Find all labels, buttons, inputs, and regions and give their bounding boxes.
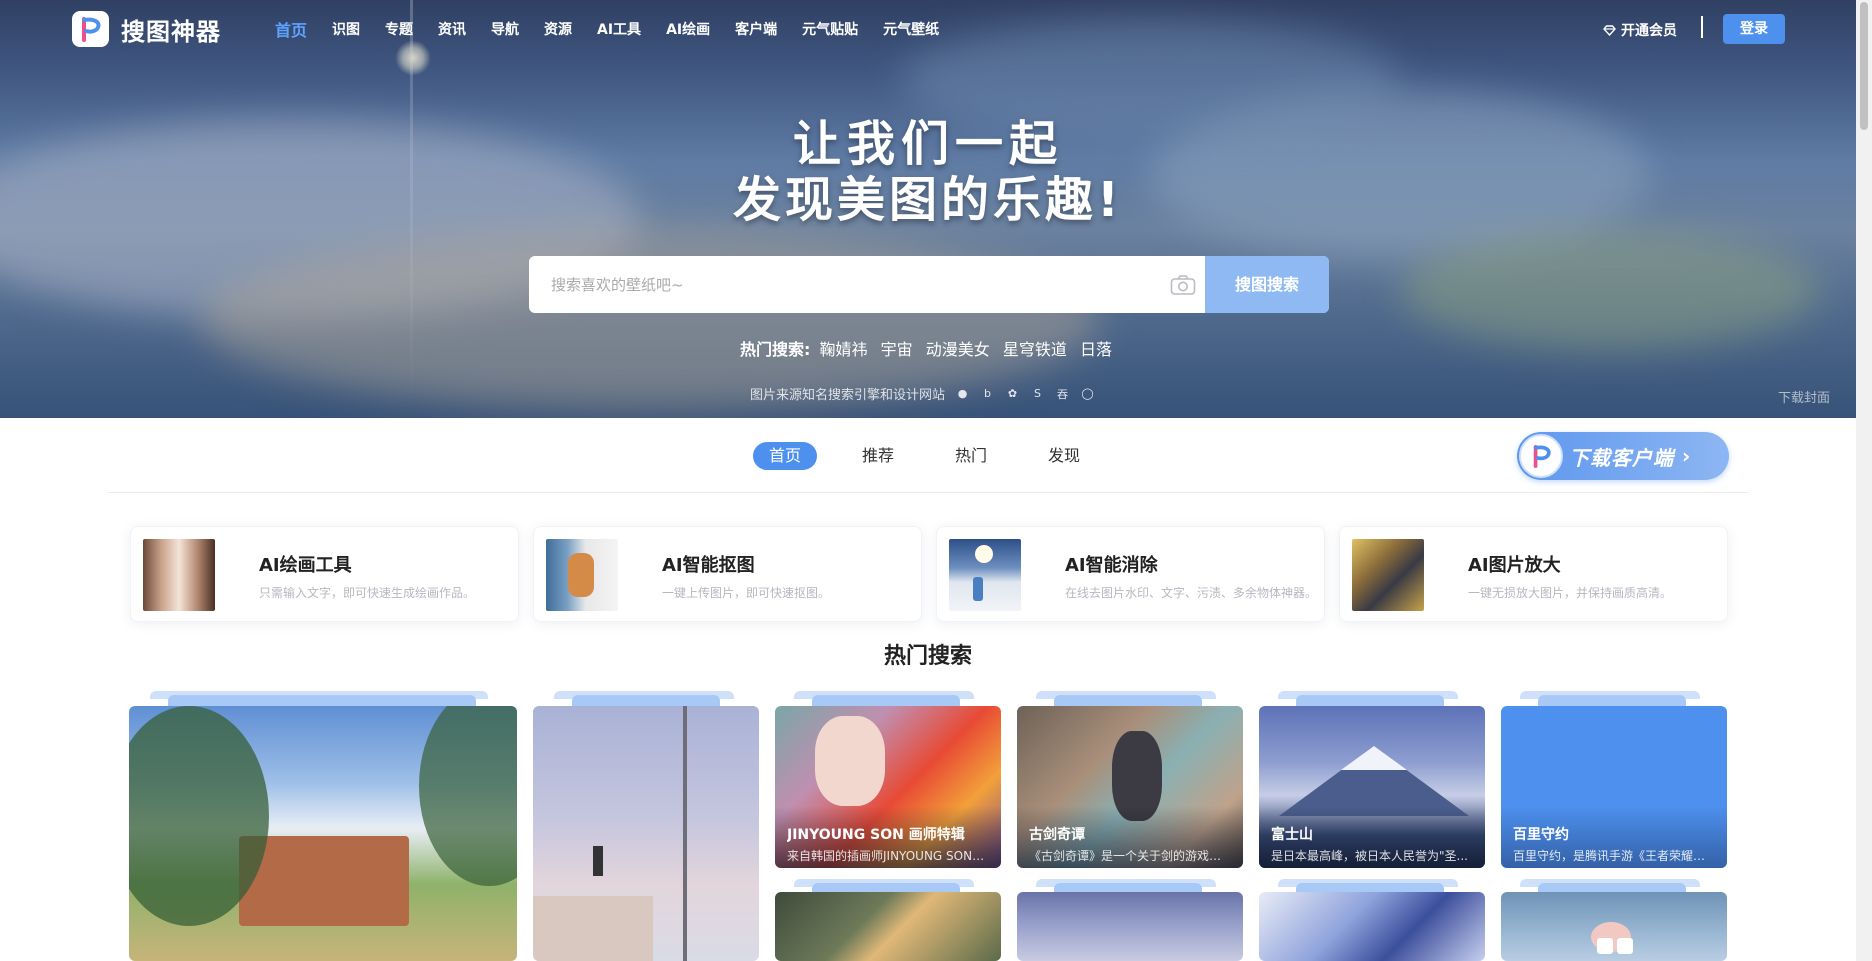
tool-card-ai-painting[interactable]: AI绘画工具 只需输入文字，即可快速生成绘画作品。 [130,526,519,622]
gallery-card-baili-shouyue[interactable]: 百里守约 百里守约，是腾讯手游《王者荣耀》... [1501,706,1727,868]
sources-text: 图片来源知名搜索引擎和设计网站 [750,388,946,403]
vip-link[interactable]: 开通会员 [1603,20,1677,40]
card-title: 富士山 [1271,827,1313,843]
search-box: 搜图搜索 [529,256,1329,313]
loading-icon [1597,938,1613,954]
hot-search-label: 热门搜索: [740,340,811,359]
tool-thumbnail [546,539,618,611]
tab-discover[interactable]: 发现 [1032,442,1096,470]
hot-keyword[interactable]: 动漫美女 [926,340,990,359]
scrollbar-thumb[interactable] [1860,2,1868,130]
tool-thumbnail [143,539,215,611]
tool-title: AI绘画工具 [259,555,352,576]
nav-client[interactable]: 客户端 [735,19,777,41]
tool-desc: 一键上传图片，即可快速抠图。 [662,586,831,600]
tool-title: AI智能消除 [1065,555,1158,576]
tool-thumbnail [949,539,1021,611]
gallery-card-blossom[interactable] [1501,892,1727,961]
nav-separator [1701,16,1703,38]
gallery-card-jinyoung-son[interactable]: JINYOUNG SON 画师特辑 来自韩国的插画师JINYOUNG SON，作… [775,706,1001,868]
tool-card-ai-cutout[interactable]: AI智能抠图 一键上传图片，即可快速抠图。 [533,526,922,622]
tool-desc: 在线去图片水印、文字、污渍、多余物体神器。 [1065,586,1318,600]
nav-ai-tools[interactable]: AI工具 [597,19,641,41]
camera-icon[interactable] [1161,256,1205,313]
tool-desc: 只需输入文字，即可快速生成绘画作品。 [259,586,476,600]
search-button[interactable]: 搜图搜索 [1205,256,1329,313]
page-scrollbar[interactable] [1856,0,1872,961]
card-desc: 是日本最高峰，被日本人民誉为"圣... [1271,849,1468,863]
card-title: 古剑奇谭 [1029,827,1085,843]
nav-navigation[interactable]: 导航 [491,19,519,41]
card-title: JINYOUNG SON 画师特辑 [787,827,965,843]
gallery-card-anime-girl[interactable] [775,892,1001,961]
tool-card-ai-upscale[interactable]: AI图片放大 一键无损放大图片，并保持画质高清。 [1339,526,1728,622]
tabs-divider [108,492,1748,493]
tab-recommend[interactable]: 推荐 [846,442,910,470]
top-navbar: 搜图神器 首页 识图 专题 资讯 导航 资源 AI工具 AI绘画 客户端 元气贴… [0,0,1856,58]
huaban-icon: 吞 [1057,387,1069,401]
tab-hot[interactable]: 热门 [939,442,1003,470]
tab-home[interactable]: 首页 [753,442,818,470]
gallery-card-anime-house[interactable] [129,706,517,961]
gallery-card-fuji[interactable]: 富士山 是日本最高峰，被日本人民誉为"圣... [1259,706,1485,868]
card-title: 百里守约 [1513,827,1569,843]
gallery-card-street-snow[interactable] [533,706,759,961]
hero-title-line2: 发现美图的乐趣! [733,172,1123,228]
main-menu: 首页 识图 专题 资讯 导航 资源 AI工具 AI绘画 客户端 元气贴贴 元气壁… [275,19,964,41]
search-input[interactable] [529,256,1161,313]
tool-title: AI智能抠图 [662,555,755,576]
hot-keyword[interactable]: 宇宙 [881,340,913,359]
logo-icon [72,11,109,47]
login-button[interactable]: 登录 [1723,14,1785,44]
tool-title: AI图片放大 [1468,555,1561,576]
hot-searches: 热门搜索: 鞠婧祎 宇宙 动漫美女 星穹铁道 日落 [0,336,1856,360]
tool-desc: 一键无损放大图片，并保持画质高清。 [1468,586,1673,600]
vip-label: 开通会员 [1621,23,1677,39]
download-client-label: 下载客户端 [1569,445,1674,470]
nav-home[interactable]: 首页 [275,17,307,41]
download-client-button[interactable]: 下载客户端 › [1517,432,1729,480]
nav-yuanqi-stickers[interactable]: 元气贴贴 [802,19,858,41]
brand-name: 搜图神器 [121,17,221,46]
hot-keyword[interactable]: 日落 [1080,340,1112,359]
nav-resources[interactable]: 资源 [544,19,572,41]
card-desc: 来自韩国的插画师JINYOUNG SON，作品... [787,849,989,863]
hot-section-title: 热门搜索 [883,644,972,669]
logo[interactable]: 搜图神器 [72,11,221,47]
tool-thumbnail [1352,539,1424,611]
ai-tools-row: AI绘画工具 只需输入文字，即可快速生成绘画作品。 AI智能抠图 一键上传图片，… [130,526,1728,622]
diamond-icon [1603,24,1616,36]
image-sources: 图片来源知名搜索引擎和设计网站 ● b ✿ S 吞 ◯ [750,384,1095,403]
nav-image-recognition[interactable]: 识图 [332,19,360,41]
weibo-icon: ● [957,387,968,400]
card-desc: 《古剑奇谭》是一个关于剑的游戏。... [1029,849,1231,863]
gallery-card-ganyu[interactable] [1259,892,1485,961]
nav-topics[interactable]: 专题 [385,19,413,41]
baidu-icon: ✿ [1007,387,1018,400]
content-tabs: 首页 推荐 热门 发现 [753,442,1125,470]
zcool-icon: ◯ [1081,387,1094,400]
sogou-icon: S [1034,387,1041,400]
client-logo-icon [1519,434,1563,478]
hot-keyword[interactable]: 星穹铁道 [1003,340,1067,359]
card-desc: 百里守约，是腾讯手游《王者荣耀》... [1513,849,1715,863]
chevron-right-icon: › [1682,444,1691,468]
gallery-card-gujian[interactable]: 古剑奇谭 《古剑奇谭》是一个关于剑的游戏。... [1017,706,1243,868]
nav-yuanqi-wallpaper[interactable]: 元气壁纸 [883,19,939,41]
tool-card-ai-erase[interactable]: AI智能消除 在线去图片水印、文字、污渍、多余物体神器。 [936,526,1325,622]
nav-news[interactable]: 资讯 [438,19,466,41]
bing-icon: b [984,387,991,400]
gallery-card-classroom[interactable] [1017,892,1243,961]
hot-keyword[interactable]: 鞠婧祎 [820,340,868,359]
download-cover-link[interactable]: 下载封面 [1778,387,1830,406]
nav-ai-painting[interactable]: AI绘画 [666,19,710,41]
